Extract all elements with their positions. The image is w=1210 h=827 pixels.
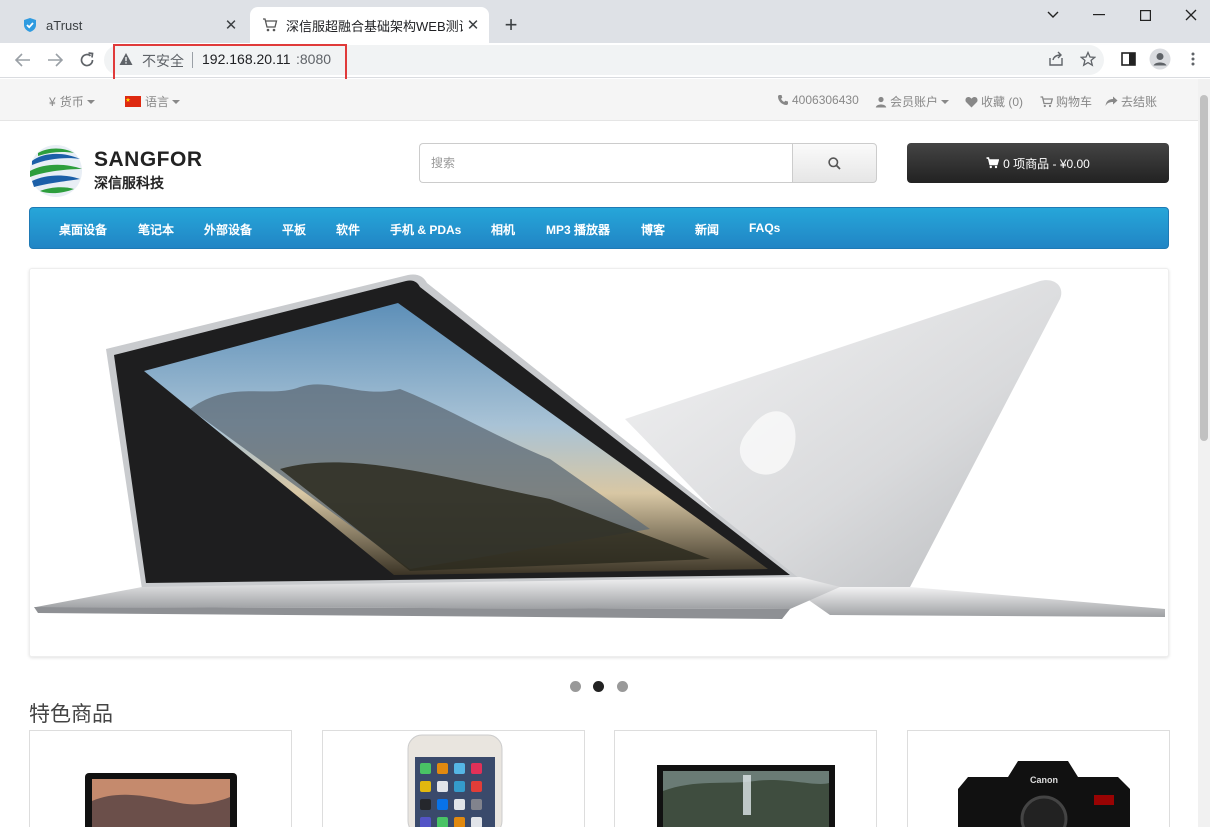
canon-camera-image: Canon bbox=[958, 761, 1130, 827]
back-arrow-icon[interactable] bbox=[10, 47, 36, 73]
search-input[interactable] bbox=[419, 143, 793, 183]
profile-avatar-icon[interactable] bbox=[1149, 48, 1171, 70]
menu-item-mp3[interactable]: MP3 播放器 bbox=[546, 221, 610, 238]
product-card[interactable]: Canon bbox=[907, 730, 1170, 827]
window-close-icon[interactable] bbox=[1168, 0, 1210, 30]
close-tab-icon[interactable]: ✕ bbox=[221, 15, 241, 35]
tab-title: 深信服超融合基础架构WEB测试 bbox=[286, 18, 463, 34]
web-page: ¥ 货币 语言 4006306430 会员账户 收藏 (0) 购物车 去结账 S… bbox=[0, 79, 1198, 827]
cart-total-label: 0 项商品 - ¥0.00 bbox=[1003, 156, 1090, 171]
cart-link[interactable]: 购物车 bbox=[1040, 93, 1092, 110]
menu-item-cameras[interactable]: 相机 bbox=[491, 221, 515, 238]
maximize-icon[interactable] bbox=[1122, 0, 1168, 30]
slide-dot[interactable] bbox=[617, 681, 628, 692]
top-utility-bar: ¥ 货币 语言 4006306430 会员账户 收藏 (0) 购物车 去结账 bbox=[0, 79, 1198, 121]
checkout-label: 去结账 bbox=[1121, 95, 1158, 109]
checkout-link[interactable]: 去结账 bbox=[1105, 93, 1157, 110]
product-card[interactable] bbox=[322, 730, 585, 827]
svg-text:Canon: Canon bbox=[1030, 775, 1058, 785]
product-card[interactable] bbox=[614, 730, 877, 827]
china-flag-icon bbox=[125, 96, 141, 107]
phone-number: 4006306430 bbox=[792, 93, 859, 107]
account-label: 会员账户 bbox=[890, 95, 939, 109]
featured-title: 特色商品 bbox=[29, 703, 113, 726]
cart-label: 购物车 bbox=[1056, 95, 1093, 109]
cart-total-button[interactable]: 0 项商品 - ¥0.00 bbox=[907, 143, 1169, 183]
macbook-air-banner-image bbox=[30, 269, 1168, 656]
shopping-cart-icon bbox=[1040, 95, 1053, 107]
phone-link[interactable]: 4006306430 bbox=[777, 93, 859, 107]
menu-item-faqs[interactable]: FAQs bbox=[749, 221, 780, 235]
language-label: 语言 bbox=[145, 95, 170, 109]
tab-strip: aTrust ✕ 深信服超融合基础架构WEB测试 ✕ + bbox=[0, 0, 1210, 43]
sangfor-logo[interactable]: SANGFOR 深信服科技 bbox=[28, 143, 202, 199]
menu-item-blog[interactable]: 博客 bbox=[641, 221, 665, 238]
bookmark-star-icon[interactable] bbox=[1077, 48, 1099, 70]
caret-down-icon bbox=[172, 99, 181, 104]
new-tab-button[interactable]: + bbox=[499, 12, 523, 37]
macbook-image bbox=[85, 773, 237, 827]
iphone-image bbox=[407, 734, 503, 827]
currency-label: 货币 bbox=[59, 95, 84, 109]
caret-down-icon bbox=[86, 99, 95, 104]
page-scrollbar[interactable] bbox=[1198, 79, 1210, 827]
atrust-shield-icon bbox=[22, 17, 38, 33]
search-button[interactable] bbox=[792, 143, 877, 183]
close-tab-icon[interactable]: ✕ bbox=[463, 15, 483, 35]
product-card[interactable] bbox=[29, 730, 292, 827]
more-menu-icon[interactable] bbox=[1182, 48, 1204, 70]
currency-dropdown[interactable]: ¥ 货币 bbox=[49, 93, 95, 110]
side-panel-icon[interactable] bbox=[1117, 48, 1139, 70]
search-icon bbox=[828, 156, 841, 170]
wishlist-label: 收藏 (0) bbox=[981, 95, 1024, 109]
caret-down-icon bbox=[941, 99, 950, 104]
tab-search-chevron-icon[interactable] bbox=[1030, 0, 1076, 30]
menu-item-laptops[interactable]: 笔记本 bbox=[138, 221, 174, 238]
logo-text: SANGFOR bbox=[94, 148, 203, 171]
language-dropdown[interactable]: 语言 bbox=[125, 93, 181, 110]
user-icon bbox=[875, 96, 887, 107]
tab-title: aTrust bbox=[46, 17, 83, 33]
minimize-icon[interactable] bbox=[1076, 0, 1122, 30]
highlight-box bbox=[113, 44, 347, 81]
logo-subtitle: 深信服科技 bbox=[94, 175, 164, 191]
yen-icon: ¥ bbox=[49, 94, 56, 109]
reload-icon[interactable] bbox=[74, 47, 100, 73]
tab-sangfor-web[interactable]: 深信服超融合基础架构WEB测试 ✕ bbox=[250, 7, 489, 43]
slide-dot[interactable] bbox=[570, 681, 581, 692]
menu-item-phones[interactable]: 手机 & PDAs bbox=[390, 221, 461, 238]
shopping-cart-icon bbox=[262, 17, 278, 33]
menu-item-software[interactable]: 软件 bbox=[336, 221, 360, 238]
apple-cinema-display-image bbox=[657, 765, 835, 827]
shopping-cart-icon bbox=[986, 157, 1000, 169]
slide-dot-active[interactable] bbox=[593, 681, 604, 692]
menu-item-components[interactable]: 外部设备 bbox=[204, 221, 252, 238]
tab-atrust[interactable]: aTrust ✕ bbox=[10, 7, 247, 43]
menu-item-tablets[interactable]: 平板 bbox=[282, 221, 306, 238]
phone-icon bbox=[778, 95, 788, 105]
hero-slideshow[interactable] bbox=[29, 268, 1169, 657]
account-dropdown[interactable]: 会员账户 bbox=[875, 93, 950, 110]
forward-arrow-icon[interactable] bbox=[42, 47, 68, 73]
share-arrow-icon bbox=[1105, 96, 1118, 106]
heart-icon bbox=[965, 96, 978, 107]
category-menu: 桌面设备 笔记本 外部设备 平板 软件 手机 & PDAs 相机 MP3 播放器… bbox=[29, 207, 1169, 249]
share-icon[interactable] bbox=[1045, 48, 1067, 70]
menu-item-news[interactable]: 新闻 bbox=[695, 221, 719, 238]
wishlist-link[interactable]: 收藏 (0) bbox=[965, 93, 1023, 110]
sangfor-globe-icon bbox=[30, 145, 82, 197]
menu-item-desktops[interactable]: 桌面设备 bbox=[59, 221, 107, 238]
scrollbar-thumb[interactable] bbox=[1200, 95, 1208, 441]
